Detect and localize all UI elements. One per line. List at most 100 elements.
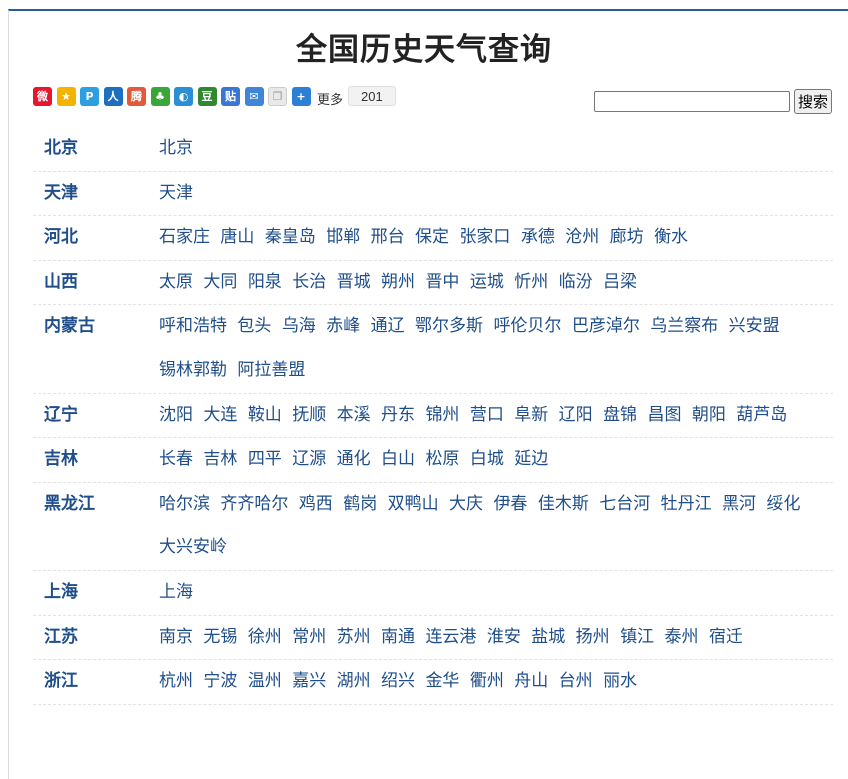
search-button[interactable]: 搜索 [794,89,833,114]
city-link[interactable]: 长春 [159,449,193,469]
city-link[interactable]: 太原 [159,272,193,292]
city-link[interactable]: 保定 [415,227,449,247]
city-link[interactable]: 锦州 [425,405,459,425]
city-link[interactable]: 佳木斯 [538,494,589,514]
share-count-badge[interactable]: 201 [348,86,396,106]
city-link[interactable]: 双鸭山 [388,494,439,514]
qzone-icon[interactable]: ★ [56,86,76,106]
city-link[interactable]: 辽阳 [559,405,593,425]
city-link[interactable]: 包头 [237,316,271,336]
city-link[interactable]: 丹东 [381,405,415,425]
share-more-link[interactable]: 更多 [317,89,343,108]
city-link[interactable]: 天津 [159,183,193,203]
city-link[interactable]: 大连 [203,405,237,425]
city-link[interactable]: 徐州 [248,627,282,647]
city-link[interactable]: 白山 [381,449,415,469]
city-link[interactable]: 松原 [425,449,459,469]
city-link[interactable]: 金华 [425,671,459,691]
city-link[interactable]: 临汾 [559,272,593,292]
city-link[interactable]: 辽源 [292,449,326,469]
city-link[interactable]: 绥化 [766,494,800,514]
city-link[interactable]: 杭州 [159,671,193,691]
city-link[interactable]: 泰州 [664,627,698,647]
city-link[interactable]: 大同 [203,272,237,292]
city-link[interactable]: 大兴安岭 [159,537,227,557]
city-link[interactable]: 营口 [470,405,504,425]
city-link[interactable]: 黑河 [722,494,756,514]
city-link[interactable]: 衡水 [654,227,688,247]
city-link[interactable]: 衢州 [470,671,504,691]
city-link[interactable]: 张家口 [459,227,510,247]
city-link[interactable]: 石家庄 [159,227,210,247]
city-link[interactable]: 七台河 [599,494,650,514]
city-link[interactable]: 常州 [292,627,326,647]
city-link[interactable]: 鞍山 [248,405,282,425]
city-link[interactable]: 锡林郭勒 [159,360,227,380]
plus-icon[interactable]: + [291,86,311,106]
city-link[interactable]: 镇江 [620,627,654,647]
city-link[interactable]: 延边 [514,449,548,469]
city-link[interactable]: 朝阳 [692,405,726,425]
city-link[interactable]: 南京 [159,627,193,647]
city-link[interactable]: 朔州 [381,272,415,292]
douban-icon[interactable]: 豆 [197,86,217,106]
city-link[interactable]: 阳泉 [248,272,282,292]
city-link[interactable]: 乌海 [282,316,316,336]
city-link[interactable]: 淮安 [487,627,521,647]
city-link[interactable]: 乌兰察布 [650,316,718,336]
city-link[interactable]: 哈尔滨 [159,494,210,514]
city-link[interactable]: 齐齐哈尔 [220,494,288,514]
city-link[interactable]: 南通 [381,627,415,647]
city-link[interactable]: 丽水 [603,671,637,691]
city-link[interactable]: 舟山 [514,671,548,691]
city-link[interactable]: 巴彦淖尔 [572,316,640,336]
tencent-weibo-icon[interactable]: 腾 [127,86,146,106]
city-link[interactable]: 湖州 [337,671,371,691]
city-link[interactable]: 阿拉善盟 [237,360,305,380]
renren-icon[interactable]: 人 [103,86,123,106]
city-link[interactable]: 阜新 [514,405,548,425]
city-link[interactable]: 承德 [521,227,555,247]
pengyou-icon[interactable]: P [80,86,99,106]
city-link[interactable]: 葫芦岛 [736,405,787,425]
city-link[interactable]: 沧州 [565,227,599,247]
city-link[interactable]: 运城 [470,272,504,292]
city-link[interactable]: 吕梁 [603,272,637,292]
search-input[interactable] [594,91,790,112]
copy-icon[interactable]: ❐ [268,86,287,106]
city-link[interactable]: 通化 [337,449,371,469]
city-link[interactable]: 赤峰 [326,316,360,336]
city-link[interactable]: 牡丹江 [661,494,712,514]
city-link[interactable]: 温州 [248,671,282,691]
city-link[interactable]: 鸡西 [299,494,333,514]
city-link[interactable]: 扬州 [576,627,610,647]
city-link[interactable]: 忻州 [514,272,548,292]
city-link[interactable]: 上海 [159,582,193,602]
city-link[interactable]: 大庆 [449,494,483,514]
city-link[interactable]: 唐山 [220,227,254,247]
baidu-tieba-icon[interactable]: 贴 [221,86,240,106]
city-link[interactable]: 秦皇岛 [265,227,316,247]
city-link[interactable]: 呼和浩特 [159,316,227,336]
city-link[interactable]: 连云港 [425,627,476,647]
city-link[interactable]: 白城 [470,449,504,469]
city-link[interactable]: 台州 [559,671,593,691]
weibo-icon[interactable]: 微 [33,86,52,106]
city-link[interactable]: 晋中 [425,272,459,292]
city-link[interactable]: 嘉兴 [292,671,326,691]
email-icon[interactable]: ✉ [244,86,264,106]
city-link[interactable]: 通辽 [371,316,405,336]
city-link[interactable]: 鹤岗 [343,494,377,514]
city-link[interactable]: 沈阳 [159,405,193,425]
city-link[interactable]: 盘锦 [603,405,637,425]
city-link[interactable]: 邢台 [371,227,405,247]
city-link[interactable]: 宿迁 [709,627,743,647]
city-link[interactable]: 鄂尔多斯 [415,316,483,336]
city-link[interactable]: 伊春 [493,494,527,514]
city-link[interactable]: 昌图 [647,405,681,425]
city-link[interactable]: 绍兴 [381,671,415,691]
city-link[interactable]: 四平 [248,449,282,469]
city-link[interactable]: 无锡 [203,627,237,647]
city-link[interactable]: 廊坊 [610,227,644,247]
city-link[interactable]: 长治 [292,272,326,292]
